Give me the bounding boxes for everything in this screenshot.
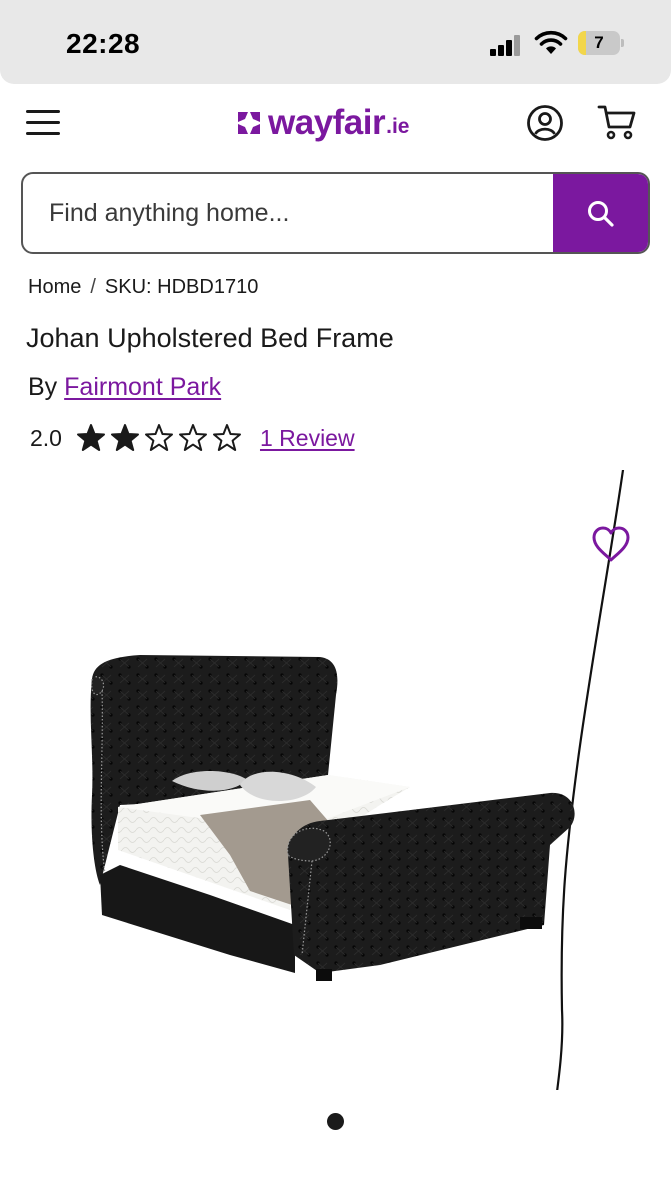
battery-icon: 7 — [578, 31, 624, 55]
gallery-pagination — [0, 1113, 671, 1133]
review-link[interactable]: 1 Review — [260, 425, 355, 452]
breadcrumb-separator: / — [90, 276, 96, 298]
product-image — [90, 655, 575, 981]
cart-icon[interactable] — [597, 102, 637, 142]
star-outline-icon — [178, 424, 207, 451]
pagination-dot-active[interactable] — [327, 1113, 344, 1130]
breadcrumb: Home / SKU: HDBD1710 — [28, 276, 258, 299]
search-button[interactable] — [553, 174, 648, 252]
logo-tld: .ie — [386, 115, 410, 138]
product-gallery[interactable] — [0, 470, 671, 1090]
status-time: 22:28 — [66, 28, 141, 59]
star-filled-icon — [110, 424, 139, 451]
battery-level: 7 — [594, 33, 604, 52]
wifi-icon — [534, 30, 568, 54]
by-label: By — [28, 373, 58, 401]
brand-link[interactable]: Fairmont Park — [64, 373, 221, 401]
search-bar — [21, 172, 650, 254]
product-title: Johan Upholstered Bed Frame — [26, 323, 394, 353]
logo-text: wayfair — [268, 103, 386, 142]
wayfair-logo[interactable]: wayfair .ie — [234, 101, 409, 145]
signal-icon — [490, 34, 522, 56]
status-bar: 22:28 7 — [0, 0, 671, 84]
logo-pinwheel-icon — [238, 112, 260, 134]
brand-line: By Fairmont Park — [28, 373, 221, 402]
star-rating — [76, 423, 246, 453]
star-filled-icon — [76, 424, 105, 451]
star-outline-icon — [144, 424, 173, 451]
rating-row: 2.0 1 Review — [30, 421, 355, 455]
rating-value: 2.0 — [30, 424, 62, 451]
breadcrumb-home[interactable]: Home — [28, 276, 81, 298]
site-header: wayfair .ie — [0, 84, 671, 162]
search-icon — [588, 201, 614, 227]
menu-icon[interactable] — [26, 110, 60, 136]
search-input[interactable] — [23, 174, 555, 252]
star-outline-icon — [212, 424, 241, 451]
account-icon[interactable] — [526, 104, 564, 142]
heart-outline-icon[interactable] — [591, 525, 631, 565]
breadcrumb-sku: SKU: HDBD1710 — [104, 276, 259, 298]
